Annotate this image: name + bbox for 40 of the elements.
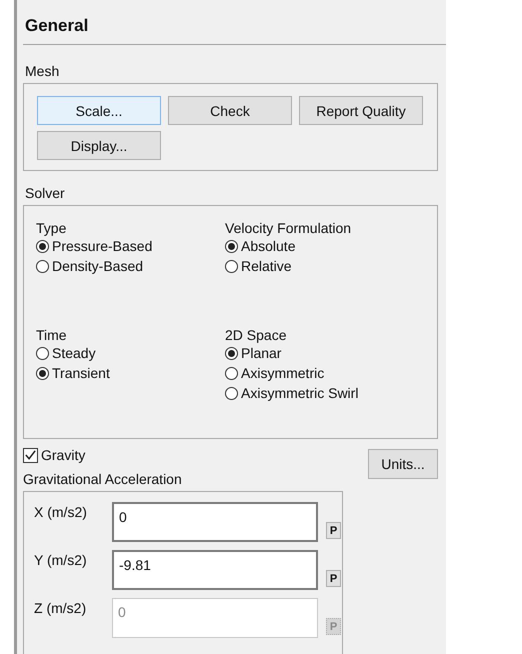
input-field[interactable]: 0 <box>112 502 318 542</box>
input-field[interactable]: -9.81 <box>112 550 318 590</box>
radio-option[interactable]: Axisymmetric Swirl <box>225 383 425 403</box>
radio-option[interactable]: Absolute <box>225 236 425 256</box>
field-label: Z (m/s2) <box>34 599 88 616</box>
option-group-label: Velocity Formulation <box>225 220 352 236</box>
radio-button[interactable] <box>36 240 49 252</box>
mesh-button[interactable]: Scale... <box>37 96 161 125</box>
radio-button[interactable] <box>225 240 238 252</box>
gravity-checkbox[interactable]: Gravity <box>23 447 182 463</box>
radio-button[interactable] <box>36 260 49 272</box>
radio-option[interactable]: Pressure-Based <box>36 236 225 256</box>
radio-button[interactable] <box>225 346 238 360</box>
panel-title: General <box>24 16 90 36</box>
group-label: Solver <box>25 185 66 201</box>
option-group-label: Type <box>36 220 68 236</box>
field-label: X (m/s2) <box>34 503 88 520</box>
units-button[interactable]: Units... <box>368 449 438 479</box>
option-group-label: 2D Space <box>225 327 288 343</box>
radio-button[interactable] <box>36 346 49 360</box>
parameter-button[interactable]: P <box>326 522 341 539</box>
radio-option[interactable]: Axisymmetric <box>225 363 425 383</box>
radio-button[interactable] <box>225 366 238 380</box>
parameter-button[interactable]: P <box>326 570 341 587</box>
radio-option[interactable]: Planar <box>225 343 425 363</box>
checkbox[interactable] <box>23 448 38 462</box>
mesh-button[interactable]: Check <box>168 96 292 125</box>
radio-button[interactable] <box>225 260 238 272</box>
radio-option[interactable]: Transient <box>36 363 225 383</box>
group-label: Gravitational Acceleration <box>23 471 182 487</box>
group-label: Mesh <box>25 63 60 79</box>
mesh-button[interactable]: Display... <box>37 131 161 160</box>
option-group-label: Time <box>36 327 68 343</box>
radio-button[interactable] <box>36 366 49 380</box>
mesh-button[interactable]: Report Quality <box>299 96 423 125</box>
radio-option[interactable]: Density-Based <box>36 256 225 276</box>
radio-button[interactable] <box>225 386 238 400</box>
radio-option[interactable]: Steady <box>36 343 225 363</box>
radio-option[interactable]: Relative <box>225 256 425 276</box>
field-label: Y (m/s2) <box>34 551 88 568</box>
